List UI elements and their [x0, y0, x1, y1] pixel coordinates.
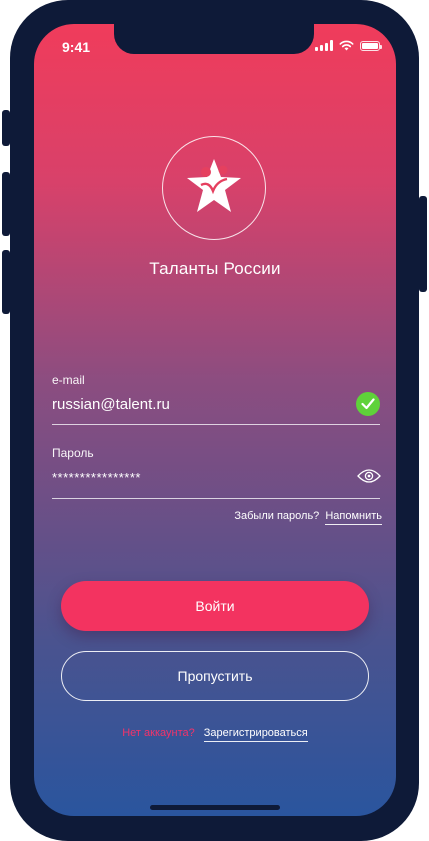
check-icon: [356, 392, 380, 416]
forgot-password-text: Забыли пароль?: [234, 510, 320, 522]
eye-icon[interactable]: [357, 468, 381, 484]
register-row: Нет аккаунта? Зарегистрироваться: [34, 727, 396, 742]
remind-password-link[interactable]: Напомнить: [325, 510, 382, 525]
volume-up-button: [2, 172, 10, 236]
power-button: [419, 196, 427, 292]
skip-button[interactable]: Пропустить: [61, 651, 369, 701]
volume-down-button: [2, 250, 10, 314]
signal-icon: [315, 40, 333, 51]
battery-icon: [360, 40, 382, 51]
home-indicator[interactable]: [150, 805, 280, 810]
app-logo: [162, 136, 266, 240]
status-icons: [315, 40, 382, 51]
star-people-logo-icon: [187, 159, 241, 212]
email-underline: [52, 424, 380, 425]
forgot-password-row: Забыли пароль? Напомнить: [234, 510, 382, 525]
app-screen: 9:41 Таланты России e-mail russian@talen…: [34, 24, 396, 816]
email-label: e-mail: [52, 373, 85, 387]
login-button[interactable]: Войти: [61, 581, 369, 631]
notch: [114, 24, 314, 54]
register-link[interactable]: Зарегистрироваться: [203, 727, 308, 742]
password-label: Пароль: [52, 446, 94, 460]
password-underline: [52, 498, 380, 499]
wifi-icon: [339, 40, 354, 51]
no-account-text: Нет аккаунта?: [122, 727, 195, 739]
status-time: 9:41: [62, 39, 91, 55]
email-field[interactable]: russian@talent.ru: [52, 396, 170, 413]
password-field[interactable]: ****************: [52, 470, 141, 485]
app-title: Таланты России: [149, 259, 281, 278]
mute-switch: [2, 110, 10, 146]
